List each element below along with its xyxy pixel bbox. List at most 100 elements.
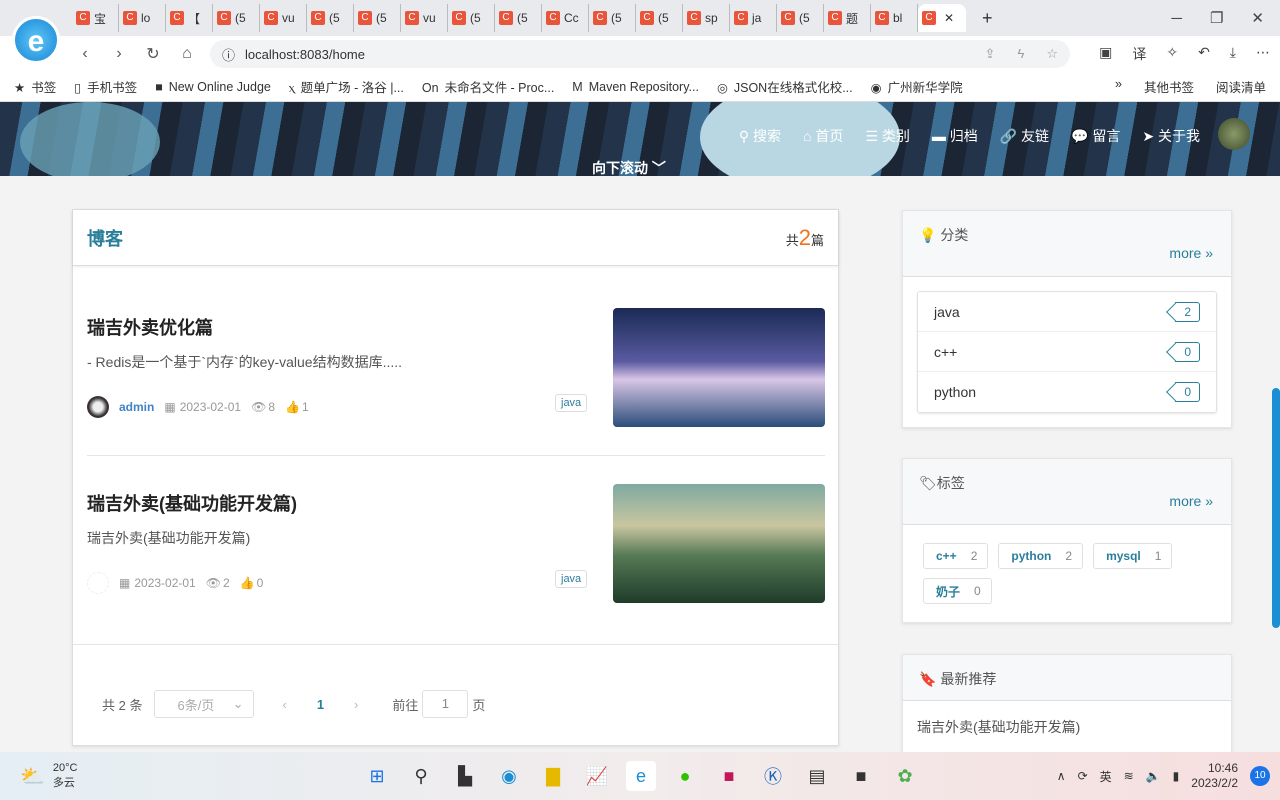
- volume-icon[interactable]: 🔈: [1146, 769, 1161, 783]
- star-icon[interactable]: ☆: [1046, 46, 1058, 62]
- nav-item-2[interactable]: ☰ 类别: [865, 126, 909, 146]
- browser-tab[interactable]: Cvu: [260, 4, 307, 32]
- recommend-item[interactable]: 瑞吉外卖(基础功能开发篇): [903, 701, 1231, 753]
- task-view-icon[interactable]: ▙: [450, 761, 480, 791]
- ime-indicator[interactable]: 英: [1100, 768, 1112, 785]
- start-icon[interactable]: ⊞: [362, 761, 392, 791]
- category-item[interactable]: c++ 0: [918, 332, 1216, 372]
- terminal-icon[interactable]: ■: [846, 761, 876, 791]
- tag-item[interactable]: mysql 1: [1093, 543, 1173, 569]
- bookmark-item[interactable]: On 未命名文件 - Proc...: [422, 77, 554, 96]
- home-button[interactable]: ⌂: [170, 45, 204, 63]
- back-button[interactable]: ‹: [68, 45, 102, 63]
- bookmark-item[interactable]: ◎ JSON在线格式化校...: [717, 77, 853, 96]
- nav-item-3[interactable]: ▬ 归档: [932, 126, 978, 146]
- category-item[interactable]: python 0: [918, 372, 1216, 412]
- bookmark-item[interactable]: ■ New Online Judge: [155, 80, 271, 94]
- browser-tab[interactable]: Cja: [730, 4, 777, 32]
- clock[interactable]: 10:46 2023/2/2: [1191, 761, 1238, 791]
- browser-tab[interactable]: C (5: [777, 4, 824, 32]
- bolt-icon[interactable]: ϟ: [1017, 46, 1024, 62]
- reload-button[interactable]: ↻: [136, 44, 170, 64]
- tag-item[interactable]: c++ 2: [923, 543, 989, 569]
- browser-tab[interactable]: Csp: [683, 4, 730, 32]
- scroll-down-hint[interactable]: 向下滚动 ﹀: [592, 158, 666, 176]
- browser-tab[interactable]: C ✕: [918, 4, 966, 32]
- bookmark-item[interactable]: 其他书签: [1144, 77, 1194, 96]
- browser-tab[interactable]: Clo: [119, 4, 166, 32]
- page-scrollbar[interactable]: [1272, 388, 1280, 628]
- undo-icon[interactable]: ↶: [1198, 44, 1210, 64]
- forward-button[interactable]: ›: [102, 45, 136, 63]
- bookmark-item[interactable]: ⲭ 题单广场 - 洛谷 |...: [289, 77, 404, 96]
- bookmark-item[interactable]: ▯ 手机书签: [74, 77, 137, 96]
- bookmark-item[interactable]: 阅读清单: [1216, 77, 1266, 96]
- monitor-icon[interactable]: 📈: [582, 761, 612, 791]
- post-title[interactable]: 瑞吉外卖(基础功能开发篇): [87, 490, 297, 516]
- close-window-button[interactable]: ✕: [1251, 9, 1264, 27]
- app-icon[interactable]: ✿: [890, 761, 920, 791]
- nav-item-1[interactable]: ⌂ 首页: [803, 126, 843, 146]
- tag-item[interactable]: python 2: [998, 543, 1084, 569]
- notification-badge[interactable]: 10: [1250, 766, 1270, 786]
- bookmark-item[interactable]: »: [1115, 77, 1122, 96]
- sync-icon[interactable]: ⟳: [1078, 769, 1088, 783]
- share-icon[interactable]: ⇪: [985, 46, 996, 62]
- app-icon[interactable]: ▤: [802, 761, 832, 791]
- post-title[interactable]: 瑞吉外卖优化篇: [87, 314, 213, 340]
- browser-tab[interactable]: C题: [824, 4, 871, 32]
- nav-item-0[interactable]: ⚲ 搜索: [739, 126, 781, 146]
- intellij-icon[interactable]: ■: [714, 761, 744, 791]
- post-item[interactable]: 瑞吉外卖(基础功能开发篇) 瑞吉外卖(基础功能开发篇) ▦ 2023-02-01 …: [87, 484, 825, 604]
- post-thumbnail[interactable]: [613, 308, 825, 427]
- browser-tab[interactable]: C (5: [354, 4, 401, 32]
- next-page-button[interactable]: ›: [354, 697, 358, 712]
- nav-item-6[interactable]: ➤ 关于我: [1142, 126, 1200, 146]
- tag-item[interactable]: 奶子 0: [923, 578, 992, 604]
- new-tab-button[interactable]: +: [982, 8, 993, 29]
- nav-item-5[interactable]: 💬 留言: [1071, 126, 1120, 146]
- browser-tab[interactable]: C (5: [495, 4, 542, 32]
- bookmark-item[interactable]: M Maven Repository...: [572, 80, 699, 94]
- categories-more-link[interactable]: more »: [1169, 245, 1213, 261]
- goto-page-input[interactable]: 1: [422, 690, 469, 718]
- post-tag[interactable]: java: [555, 394, 588, 412]
- browser-tab[interactable]: C (5: [636, 4, 683, 32]
- tags-more-link[interactable]: more »: [1169, 493, 1213, 509]
- search-icon[interactable]: ⚲: [406, 761, 436, 791]
- translate-icon[interactable]: 译: [1132, 44, 1146, 64]
- wechat-icon[interactable]: ●: [670, 761, 700, 791]
- extension-icon[interactable]: ▣: [1099, 44, 1112, 64]
- page-1[interactable]: 1: [317, 697, 324, 712]
- page-size-select[interactable]: 6条/页 ⌄: [154, 690, 255, 718]
- url-input[interactable]: ⓘ localhost:8083/home ⇪ ϟ ☆: [210, 40, 1070, 68]
- browser-tab[interactable]: C (5: [448, 4, 495, 32]
- post-item[interactable]: 瑞吉外卖优化篇 - Redis是一个基于`内存`的key-value结构数据库.…: [87, 308, 825, 428]
- close-tab-icon[interactable]: ✕: [944, 11, 954, 25]
- browser-tab[interactable]: C 【: [166, 4, 213, 32]
- download-icon[interactable]: ⤓: [1230, 44, 1236, 64]
- browser-tab[interactable]: C (5: [213, 4, 260, 32]
- edge-icon[interactable]: ◉: [494, 761, 524, 791]
- wifi-icon[interactable]: ≋: [1124, 769, 1134, 783]
- k-app-icon[interactable]: Ⓚ: [758, 761, 788, 791]
- menu-icon[interactable]: ⋯: [1256, 44, 1270, 64]
- browser-tab[interactable]: Cvu: [401, 4, 448, 32]
- category-item[interactable]: java 2: [918, 292, 1216, 332]
- browser-tab[interactable]: Cbl: [871, 4, 918, 32]
- chevron-up-icon[interactable]: ∧: [1057, 769, 1066, 783]
- user-avatar[interactable]: [1218, 118, 1250, 150]
- battery-icon[interactable]: ▮: [1173, 769, 1180, 783]
- browser-icon[interactable]: e: [626, 761, 656, 791]
- author-name[interactable]: admin: [119, 400, 154, 414]
- bookmark-item[interactable]: ◉ 广州新华学院: [871, 77, 963, 96]
- minimize-button[interactable]: ─: [1171, 10, 1182, 27]
- browser-tab[interactable]: C宝: [72, 4, 119, 32]
- nav-item-4[interactable]: 🔗 友链: [1000, 126, 1049, 146]
- weather-widget[interactable]: ⛅ 20°C 多云: [20, 761, 77, 791]
- post-tag[interactable]: java: [555, 570, 588, 588]
- browser-tab[interactable]: C (5: [307, 4, 354, 32]
- puzzle-icon[interactable]: ✧: [1166, 44, 1178, 64]
- browser-tab[interactable]: C (5: [589, 4, 636, 32]
- file-explorer-icon[interactable]: ▇: [538, 761, 568, 791]
